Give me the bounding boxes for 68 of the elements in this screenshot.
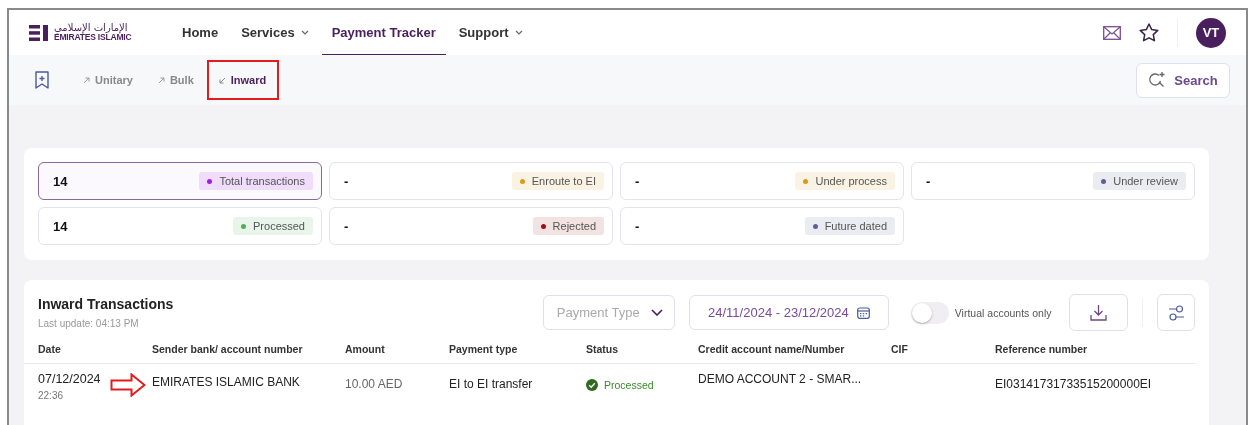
column-header: Amount bbox=[345, 343, 386, 355]
stat-tile[interactable]: - Enroute to EI bbox=[329, 162, 613, 200]
stat-tile[interactable]: 14 Processed bbox=[38, 207, 322, 245]
stat-value: 14 bbox=[53, 218, 68, 234]
status-label: Total transactions bbox=[219, 175, 305, 187]
stat-value: - bbox=[926, 173, 931, 189]
calendar-icon bbox=[856, 306, 870, 319]
stat-value: - bbox=[635, 218, 640, 234]
arrow-up-right-icon bbox=[157, 76, 165, 84]
toggle-switch[interactable] bbox=[910, 301, 949, 324]
status-label: Under process bbox=[815, 175, 887, 187]
table-cell-text: EI to EI transfer bbox=[449, 376, 534, 391]
user-avatar[interactable]: VT bbox=[1196, 17, 1226, 48]
search-button[interactable]: Search bbox=[1136, 62, 1230, 98]
date-cell-text: 07/12/2024 bbox=[38, 372, 102, 386]
sub-tab[interactable]: Inward bbox=[206, 60, 280, 100]
stat-value: - bbox=[344, 173, 349, 189]
search-icon bbox=[1148, 71, 1167, 89]
status-label: Under review bbox=[1113, 175, 1178, 187]
bookmark-add-icon[interactable] bbox=[35, 71, 49, 89]
stat-tile[interactable]: - Future dated bbox=[620, 207, 904, 245]
nav-tab[interactable]: Home bbox=[172, 10, 229, 55]
status-cell: Processed bbox=[586, 372, 698, 391]
stat-tile[interactable]: 14 Total transactions bbox=[38, 162, 322, 200]
table-cell-text: EI03141731733515200000EI bbox=[995, 376, 1153, 391]
chevron-down-icon bbox=[650, 309, 663, 316]
star-icon[interactable] bbox=[1139, 23, 1159, 42]
chevron-down-icon bbox=[514, 29, 523, 35]
stat-tile[interactable]: - Under review bbox=[911, 162, 1195, 200]
status-label: Processed bbox=[253, 220, 305, 232]
table-cell-text: 10.00 AED bbox=[345, 376, 404, 391]
mail-icon[interactable] bbox=[1103, 25, 1121, 40]
time-cell-text: 22:36 bbox=[38, 390, 65, 401]
stat-tile[interactable]: - Under process bbox=[620, 162, 904, 200]
last-update-text: Last update: 04:13 PM bbox=[38, 318, 140, 329]
column-header: CIF bbox=[891, 343, 909, 355]
arrow-down-left-icon bbox=[218, 76, 226, 84]
stat-tile[interactable]: - Rejected bbox=[329, 207, 613, 245]
filter-settings-button[interactable] bbox=[1157, 294, 1195, 331]
payment-type-dropdown[interactable]: Payment Type bbox=[542, 295, 675, 330]
logo-mark-icon bbox=[29, 24, 49, 41]
table-cell: EMIRATES ISLAMIC BANK bbox=[152, 375, 300, 389]
sliders-icon bbox=[1167, 304, 1185, 321]
arrow-up-right-icon bbox=[83, 76, 90, 84]
stat-value: 14 bbox=[53, 173, 68, 189]
column-header: Date bbox=[38, 343, 62, 355]
date-range-field[interactable]: 24/11/2024 - 23/12/2024 bbox=[688, 295, 889, 330]
logo-text: EMIRATES ISLAMIC bbox=[54, 33, 132, 42]
column-header: Payment type bbox=[449, 343, 519, 355]
table-cell-text: DEMO ACCOUNT 2 - SMAR... bbox=[698, 372, 863, 386]
nav-tab[interactable]: Services bbox=[231, 10, 319, 55]
column-header: Sender bank/ account number bbox=[152, 343, 304, 355]
status-label: Future dated bbox=[824, 220, 887, 232]
stat-value: - bbox=[635, 173, 640, 189]
logo-arabic-text: الإمارات الإسلامي bbox=[54, 23, 129, 34]
status-label: Enroute to EI bbox=[531, 175, 596, 187]
nav-tab[interactable]: Support bbox=[448, 10, 533, 55]
check-circle-icon bbox=[586, 379, 598, 391]
status-label: Rejected bbox=[552, 220, 596, 232]
column-header: Status bbox=[586, 343, 620, 355]
download-button[interactable] bbox=[1069, 294, 1129, 331]
column-header: Credit account name/Number bbox=[698, 343, 846, 355]
stat-value: - bbox=[344, 218, 349, 234]
chevron-down-icon bbox=[300, 29, 309, 35]
toggle-label: Virtual accounts only bbox=[954, 306, 1053, 319]
table-title: Inward Transactions bbox=[38, 296, 175, 312]
column-header: Reference number bbox=[995, 343, 1089, 355]
download-icon bbox=[1090, 304, 1108, 321]
